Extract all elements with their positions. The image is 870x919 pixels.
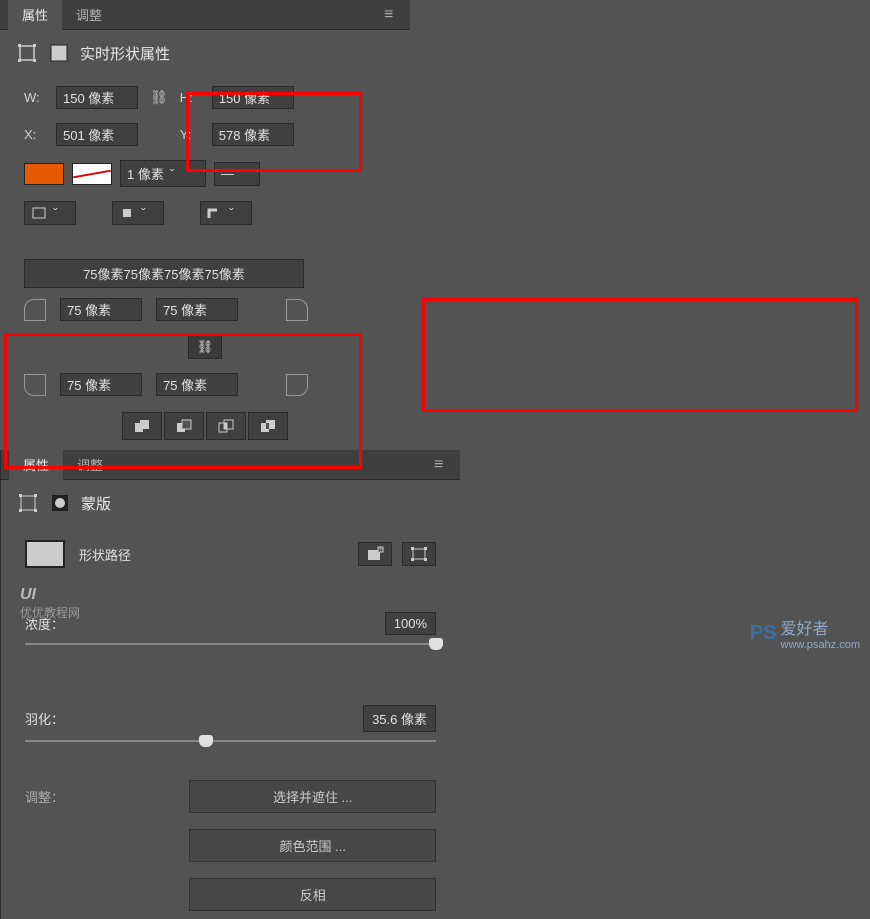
tab-properties[interactable]: 属性 bbox=[8, 0, 62, 30]
mask-thumbnail[interactable] bbox=[25, 540, 65, 568]
mask-icon bbox=[49, 492, 71, 514]
xy-row: X: ⛓ Y: bbox=[24, 123, 386, 146]
feather-slider-thumb[interactable] bbox=[199, 735, 213, 747]
width-input[interactable] bbox=[56, 86, 138, 109]
filled-rect-icon bbox=[48, 42, 70, 64]
stroke-color-swatch[interactable] bbox=[72, 163, 112, 185]
rect-bounds-icon-r bbox=[17, 492, 39, 514]
feather-slider[interactable] bbox=[25, 740, 436, 742]
x-input[interactable] bbox=[56, 123, 138, 146]
fill-color-swatch[interactable] bbox=[24, 163, 64, 185]
h-label: H: bbox=[180, 90, 204, 105]
stroke-width-dropdown[interactable]: 1 像素 bbox=[120, 160, 206, 187]
mask-title: 蒙版 bbox=[81, 493, 111, 514]
panel-menu-icon[interactable] bbox=[384, 6, 400, 24]
radius-tr-input[interactable] bbox=[156, 298, 238, 321]
pathfinder-subtract-button[interactable] bbox=[164, 412, 204, 440]
rect-bounds-icon bbox=[16, 42, 38, 64]
x-label: X: bbox=[24, 127, 48, 142]
watermark-right: PS 爱好者 www.psahz.com bbox=[750, 615, 860, 651]
highlight-feather bbox=[422, 298, 858, 412]
corner-tl-icon bbox=[24, 299, 46, 321]
corner-bl-icon bbox=[24, 374, 46, 396]
left-header: 实时形状属性 bbox=[0, 30, 410, 76]
pathfinder-unite-button[interactable] bbox=[122, 412, 162, 440]
corner-tr-icon bbox=[286, 299, 308, 321]
density-slider[interactable] bbox=[25, 643, 436, 645]
svg-text:+: + bbox=[379, 547, 383, 553]
invert-button[interactable]: 反相 bbox=[189, 878, 436, 911]
link-wh-icon[interactable]: ⛓ bbox=[146, 89, 172, 106]
pathfinder-intersect-button[interactable] bbox=[206, 412, 246, 440]
width-height-row: W: ⛓ H: bbox=[24, 86, 386, 109]
tab-properties-r[interactable]: 属性 bbox=[9, 449, 63, 480]
radius-tl-input[interactable] bbox=[60, 298, 142, 321]
vector-mask-button[interactable] bbox=[402, 542, 436, 566]
cap-dropdown[interactable] bbox=[112, 201, 164, 225]
pathfinder-exclude-button[interactable] bbox=[248, 412, 288, 440]
tab-adjustments-r[interactable]: 调整 bbox=[63, 449, 117, 480]
watermark-left: UI 优优教程网 bbox=[20, 586, 80, 621]
right-tabs: 属性 调整 bbox=[1, 450, 460, 480]
feather-label: 羽化： bbox=[25, 709, 64, 728]
density-value[interactable]: 100% bbox=[385, 612, 436, 635]
select-and-mask-button[interactable]: 选择并遮住 ... bbox=[189, 780, 436, 813]
pathfinder-row bbox=[24, 412, 386, 440]
radius-display-input[interactable]: 75像素75像素75像素75像素 bbox=[24, 259, 304, 288]
corner-br-icon bbox=[286, 374, 308, 396]
color-range-button[interactable]: 颜色范围 ... bbox=[189, 829, 436, 862]
radius-br-input[interactable] bbox=[156, 373, 238, 396]
height-input[interactable] bbox=[212, 86, 294, 109]
panel-title: 实时形状属性 bbox=[80, 43, 170, 64]
stroke-align-dropdown[interactable] bbox=[24, 201, 76, 225]
join-dropdown[interactable] bbox=[200, 201, 252, 225]
density-slider-thumb[interactable] bbox=[429, 638, 443, 650]
w-label: W: bbox=[24, 90, 48, 105]
right-header: 蒙版 bbox=[1, 480, 460, 526]
panel-menu-icon-r[interactable] bbox=[434, 456, 450, 474]
tab-adjustments[interactable]: 调整 bbox=[62, 0, 116, 30]
left-tabs: 属性 调整 bbox=[0, 0, 410, 30]
add-mask-button[interactable]: + bbox=[358, 542, 392, 566]
shape-path-label: 形状路径 bbox=[79, 545, 131, 564]
link-corners-button[interactable]: ⛓ bbox=[188, 335, 222, 359]
radius-bl-input[interactable] bbox=[60, 373, 142, 396]
stroke-style-dropdown[interactable]: — bbox=[214, 162, 260, 186]
y-label: Y: bbox=[180, 127, 204, 142]
y-input[interactable] bbox=[212, 123, 294, 146]
feather-value[interactable]: 35.6 像素 bbox=[363, 705, 436, 732]
shape-path-row: 形状路径 + bbox=[1, 526, 460, 582]
refine-label: 调整： bbox=[25, 787, 64, 806]
fill-stroke-row: 1 像素 — bbox=[24, 160, 386, 187]
align-row bbox=[24, 201, 386, 225]
